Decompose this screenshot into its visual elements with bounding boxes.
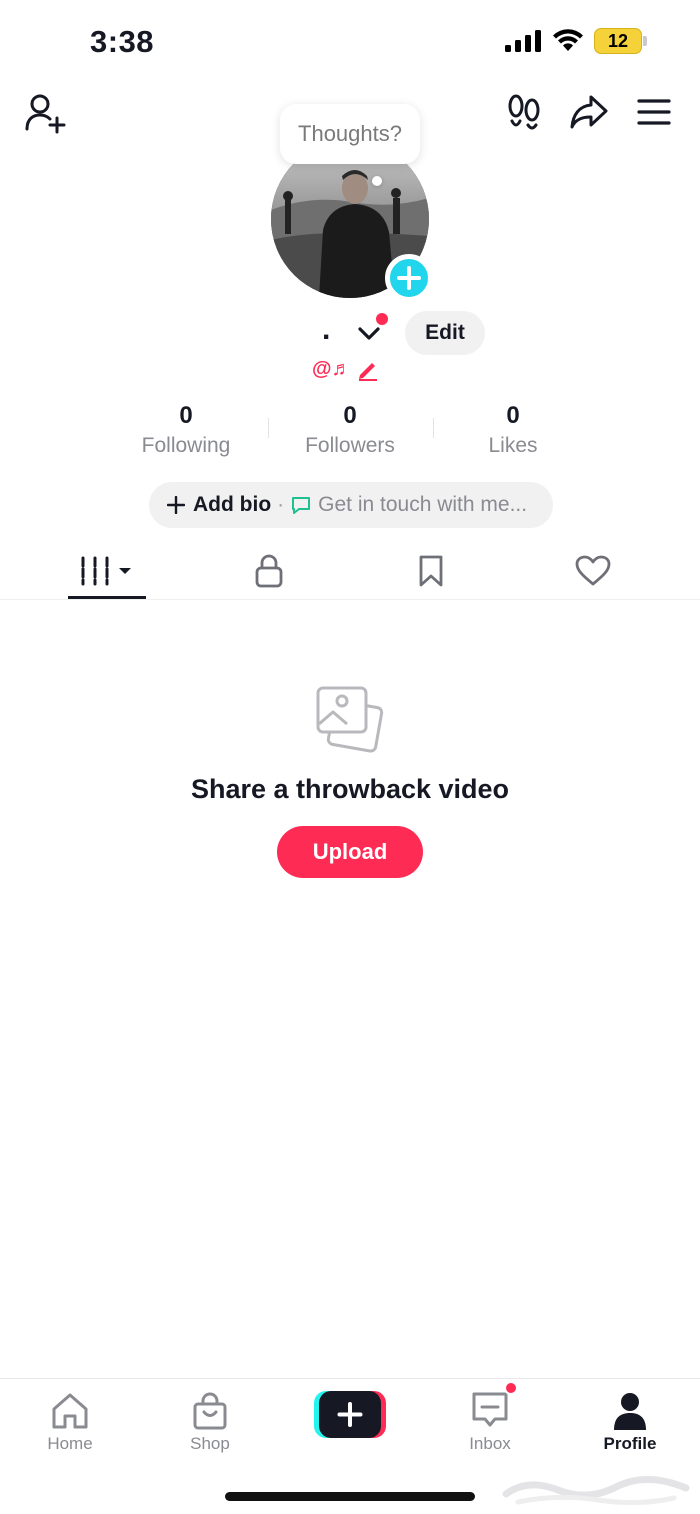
- bio-separator: ·: [277, 493, 285, 516]
- inbox-notification-dot: [504, 1381, 518, 1395]
- home-icon: [52, 1393, 88, 1429]
- nav-profile[interactable]: Profile: [580, 1388, 680, 1454]
- tabs-divider: [0, 599, 700, 600]
- bio-actions-pill[interactable]: Add bio · Get in touch with me...: [149, 482, 553, 528]
- hamburger-menu-icon: [637, 99, 671, 125]
- create-plus-icon: [314, 1391, 386, 1438]
- edit-profile-button[interactable]: Edit: [405, 311, 485, 355]
- add-friend-button[interactable]: [24, 92, 68, 134]
- thought-bubble-tail: [372, 176, 382, 186]
- heart-icon: [575, 555, 611, 586]
- add-bio-button[interactable]: Add bio: [193, 493, 271, 517]
- tab-videos[interactable]: [67, 546, 147, 596]
- stat-following[interactable]: 0 Following: [106, 402, 266, 458]
- inbox-icon: [472, 1392, 508, 1427]
- tab-private[interactable]: [229, 546, 309, 596]
- thought-bubble[interactable]: Thoughts?: [280, 104, 420, 164]
- bottom-nav-divider: [0, 1378, 700, 1379]
- nav-shop[interactable]: Shop: [160, 1388, 260, 1454]
- chevron-down-icon: [358, 327, 380, 340]
- plus-icon: [167, 496, 185, 514]
- stat-followers-value: 0: [343, 402, 357, 429]
- contact-button[interactable]: Get in touch with me...: [318, 493, 527, 517]
- stat-following-label: Following: [141, 434, 231, 457]
- thought-bubble-text: Thoughts?: [298, 121, 402, 146]
- plus-icon: [397, 266, 421, 290]
- stat-likes-label: Likes: [488, 434, 538, 457]
- cellular-signal-icon: [505, 30, 541, 52]
- badge-text: @♬: [312, 357, 352, 380]
- wifi-icon: [553, 29, 583, 51]
- battery-level: 12: [607, 31, 629, 51]
- account-switcher-button[interactable]: [356, 322, 382, 344]
- nav-inbox[interactable]: Inbox: [440, 1388, 540, 1454]
- watermark-logo: [502, 1475, 690, 1506]
- nav-home[interactable]: Home: [20, 1388, 120, 1454]
- profile-name: .: [322, 313, 331, 346]
- footprints-icon: [508, 94, 540, 130]
- stat-following-value: 0: [179, 402, 193, 429]
- nav-inbox-label: Inbox: [469, 1434, 511, 1453]
- stat-likes-value: 0: [506, 402, 520, 429]
- notification-dot: [376, 313, 388, 325]
- status-time: 3:38: [90, 24, 155, 59]
- battery-indicator: 12: [594, 28, 648, 54]
- nav-shop-label: Shop: [190, 1434, 230, 1453]
- bookmark-icon: [419, 555, 443, 587]
- add-story-button[interactable]: [385, 254, 433, 302]
- create-button[interactable]: [314, 1391, 386, 1438]
- stat-followers[interactable]: 0 Followers: [270, 402, 430, 458]
- shop-bag-icon: [193, 1392, 227, 1430]
- profile-badges: @♬: [312, 356, 392, 382]
- grid-icon: [81, 556, 131, 586]
- tab-favorites[interactable]: [391, 546, 471, 596]
- home-indicator: [225, 1492, 475, 1501]
- stat-followers-label: Followers: [305, 434, 395, 457]
- share-arrow-icon: [570, 95, 608, 129]
- menu-button[interactable]: [636, 96, 672, 128]
- upload-button[interactable]: Upload: [277, 826, 423, 878]
- photos-stack-icon: [316, 686, 384, 753]
- nav-home-label: Home: [47, 1434, 93, 1453]
- stat-divider: [268, 418, 269, 438]
- empty-state-title: Share a throwback video: [190, 774, 510, 804]
- stat-likes[interactable]: 0 Likes: [433, 402, 593, 458]
- profile-views-button[interactable]: [504, 92, 544, 132]
- lock-icon: [255, 554, 283, 588]
- share-profile-button[interactable]: [566, 92, 612, 132]
- profile-icon: [614, 1393, 646, 1430]
- pencil-icon: [358, 363, 377, 381]
- add-user-icon: [25, 94, 66, 134]
- nav-profile-label: Profile: [603, 1434, 657, 1453]
- chat-bubble-icon: [292, 497, 311, 514]
- tab-liked[interactable]: [553, 546, 633, 596]
